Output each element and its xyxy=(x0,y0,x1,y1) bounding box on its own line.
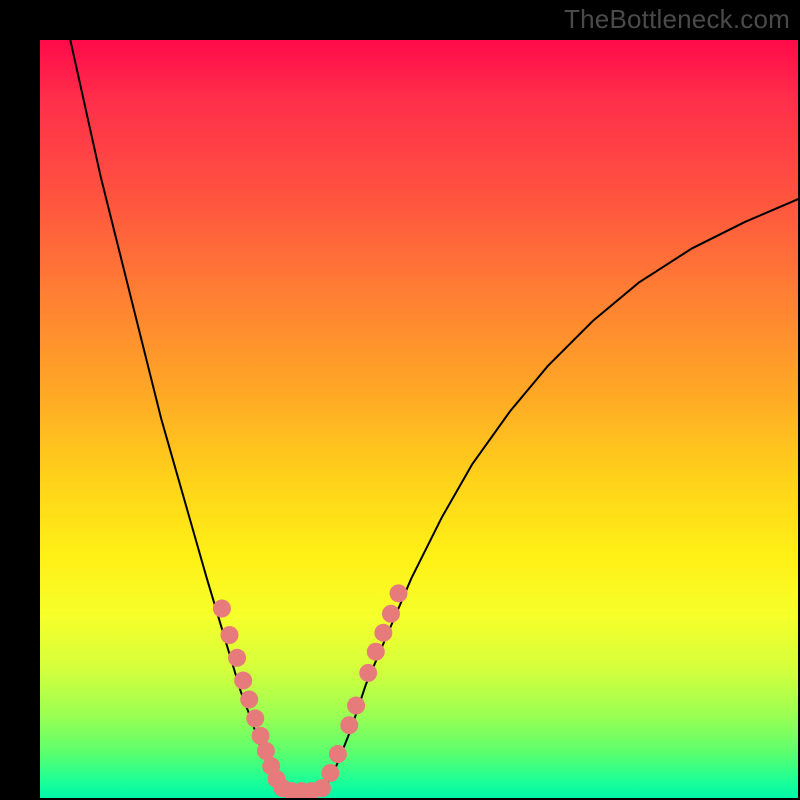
data-point xyxy=(246,709,264,727)
data-point xyxy=(329,745,347,763)
chart-svg xyxy=(40,40,798,798)
data-point xyxy=(321,764,339,782)
plot-area xyxy=(40,40,798,798)
bottleneck-curve xyxy=(70,40,798,791)
data-point xyxy=(313,779,331,797)
data-point xyxy=(240,690,258,708)
data-point xyxy=(382,605,400,623)
marker-layer xyxy=(213,584,408,798)
data-point xyxy=(234,672,252,690)
curve-layer xyxy=(70,40,798,791)
chart-frame: TheBottleneck.com xyxy=(0,0,800,800)
data-point xyxy=(390,584,408,602)
data-point xyxy=(340,716,358,734)
watermark-label: TheBottleneck.com xyxy=(564,4,790,35)
data-point xyxy=(374,624,392,642)
data-point xyxy=(213,600,231,618)
data-point xyxy=(228,649,246,667)
data-point xyxy=(221,626,239,644)
data-point xyxy=(359,664,377,682)
data-point xyxy=(367,643,385,661)
data-point xyxy=(347,697,365,715)
